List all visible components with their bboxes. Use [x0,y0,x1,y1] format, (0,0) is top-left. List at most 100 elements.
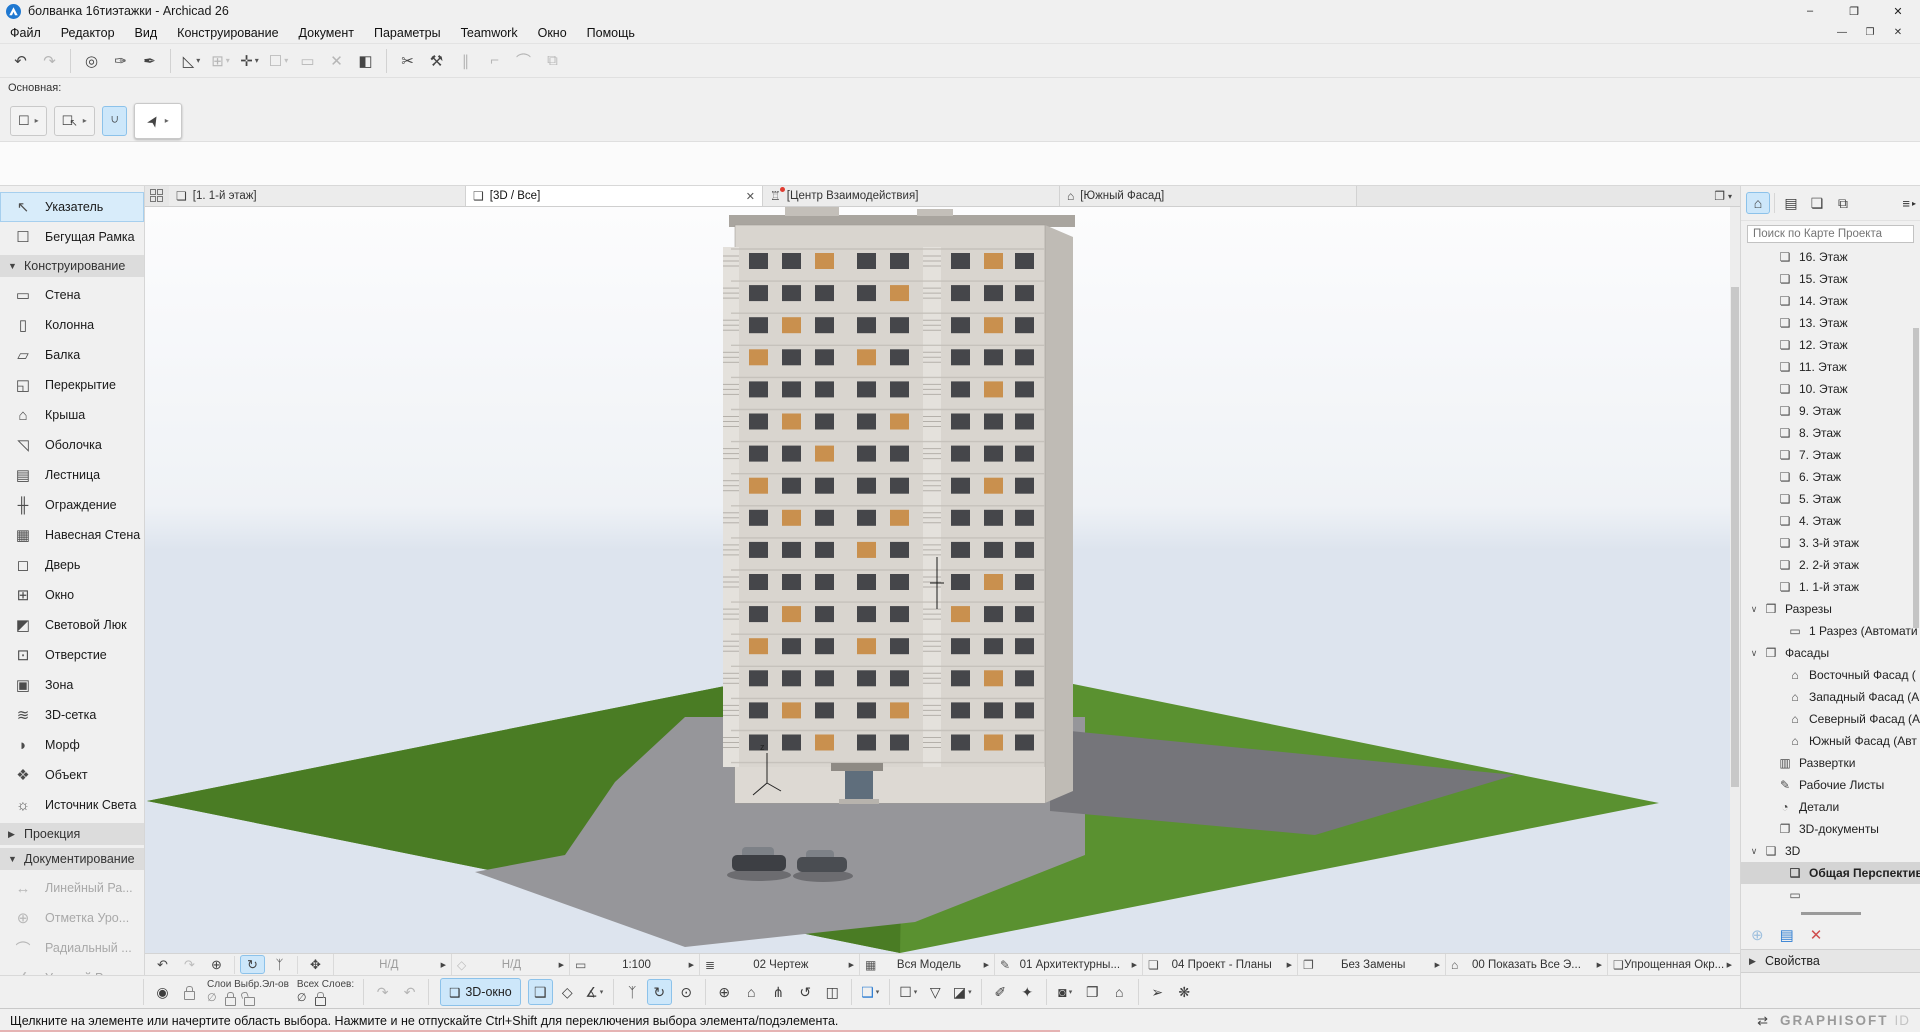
toolbox-item-mesh[interactable]: ≋3D-сетка [0,700,144,730]
tab-interaction-center[interactable]: ♖[Центр Взаимодействия] [763,186,1060,206]
toolbox-item-window[interactable]: ⊞Окно [0,580,144,610]
zoom-in-button[interactable]: ⊕ [204,955,229,974]
menu-view[interactable]: Вид [125,24,168,42]
perspective-button[interactable]: ❑ [528,979,553,1005]
doc-close-button[interactable]: ✕ [1884,27,1912,38]
orbit-button[interactable]: ↻ [240,955,265,974]
search-input[interactable] [1747,225,1914,243]
lock-all-layers-icon[interactable] [315,997,326,1006]
transfer-parameters-button[interactable]: ✒ [136,48,163,74]
magnet-toggle[interactable]: ∩ [102,106,127,136]
marquee-pointer-button[interactable]: ☐↖▸ [54,106,95,136]
layer-combination-field[interactable]: ❏04 Проект - Планы▶ [1142,954,1297,975]
inject-parameters-button[interactable]: ✑ [107,48,134,74]
fit-in-window-button[interactable]: ✥ [303,955,328,974]
graphic-override-field[interactable]: ❐Без Замены▶ [1297,954,1445,975]
toolbox-item-stair[interactable]: ▤Лестница [0,460,144,490]
toolbox-item-door[interactable]: ◻Дверь [0,550,144,580]
doc-restore-button[interactable]: ❐ [1856,27,1884,38]
projection-settings-button[interactable]: ∡▾ [582,979,607,1005]
fly-through-button[interactable]: ➢ [1145,979,1170,1005]
explore-button[interactable]: ⊙ [674,979,699,1005]
restore-button[interactable]: ❐ [1832,0,1876,22]
minimize-button[interactable]: – [1788,0,1832,22]
layout-book-button[interactable]: ❏ [1805,192,1829,214]
nav-item-story-14[interactable]: ❏14. Этаж [1741,290,1920,312]
tab-floor-plan[interactable]: ❏[1. 1-й этаж] [169,186,466,206]
nav-item-general-perspective[interactable]: ❑Общая Перспектива [1741,862,1920,884]
toolbox-item-pointer[interactable]: ↖Указатель [0,192,144,222]
nav-item-details[interactable]: ◔Детали [1741,796,1920,818]
home-view-button[interactable]: ⌂ [739,979,764,1005]
building-tower[interactable] [723,207,1075,804]
toolbox-item-column[interactable]: ▯Колонна [0,310,144,340]
menu-teamwork[interactable]: Teamwork [451,24,528,42]
adjust-button[interactable]: ⚒ [423,48,450,74]
render-settings-button[interactable]: ❐ [1080,979,1105,1005]
nav-item-story-13[interactable]: ❏13. Этаж [1741,312,1920,334]
toolbox-group-design[interactable]: ▼Конструирование [0,255,144,277]
orbit-mode-button[interactable]: ↻ [647,979,672,1005]
nav-item-worksheets[interactable]: ✎Рабочие Листы [1741,774,1920,796]
menu-design[interactable]: Конструирование [167,24,288,42]
toolbox-item-shell[interactable]: ◹Оболочка [0,430,144,460]
toolbox-item-curtain-wall[interactable]: ▦Навесная Стена [0,520,144,550]
cutting-planes-button[interactable]: ◪▾ [950,979,975,1005]
nav-item-documents-3d[interactable]: ❐3D-документы [1741,818,1920,840]
doc-minimize-button[interactable]: — [1828,27,1856,38]
tab-overview-icon[interactable] [150,189,163,202]
paint-surface-button[interactable]: ✐ [988,979,1013,1005]
filter-elements-button[interactable]: ▽ [923,979,948,1005]
viewport-3d[interactable]: z [145,207,1740,953]
surface-override-button[interactable]: ✦ [1015,979,1040,1005]
3d-window-button[interactable]: ❑ 3D-окно [440,978,521,1006]
viewpoint-settings-button[interactable]: ▤ [1780,926,1794,944]
nav-item-story-9[interactable]: ❏9. Этаж [1741,400,1920,422]
toolbox-item-skylight[interactable]: ◩Световой Люк [0,610,144,640]
renovation-field[interactable]: ⌂00 Показать Все Э...▶ [1445,954,1607,975]
snap-points-button[interactable]: ✛▾ [236,48,263,74]
nav-item-story-6[interactable]: ❏6. Этаж [1741,466,1920,488]
nav-item-elevations[interactable]: ∨❒Фасады [1741,642,1920,664]
menu-file[interactable]: Файл [0,24,51,42]
nav-item-3d[interactable]: ∨❑3D [1741,840,1920,862]
delete-viewpoint-button[interactable]: ✕ [1810,926,1823,944]
marquee-3d-button[interactable]: ☐▾ [896,979,921,1005]
nav-item-story-5[interactable]: ❏5. Этаж [1741,488,1920,510]
camera-tripod-button[interactable]: ⋔ [766,979,791,1005]
nav-item-story-16[interactable]: ❏16. Этаж [1741,246,1920,268]
edit-plane-button[interactable]: ◧ [352,48,379,74]
menu-document[interactable]: Документ [289,24,364,42]
arrow-tool-button[interactable]: ➤▸ [134,103,182,139]
tab-3d-all[interactable]: ❑[3D / Все]✕ [466,186,763,206]
menu-help[interactable]: Помощь [577,24,645,42]
add-viewpoint-button[interactable]: ⊕ [1751,926,1764,944]
nav-item-story-2[interactable]: ❏2. 2-й этаж [1741,554,1920,576]
toolbox-item-slab[interactable]: ◱Перекрытие [0,370,144,400]
nav-item-elevation-south[interactable]: ⌂Южный Фасад (Авт [1741,730,1920,752]
toolbox-item-light[interactable]: ☼Источник Света [0,790,144,820]
menu-options[interactable]: Параметры [364,24,451,42]
axonometry-button[interactable]: ◇ [555,979,580,1005]
toolbox-item-beam[interactable]: ▱Балка [0,340,144,370]
walk-mode-button[interactable]: ᛉ [620,979,645,1005]
toolbox-group-documentation[interactable]: ▼Документирование [0,848,144,870]
viewport-scrollbar[interactable] [1730,207,1740,953]
menu-window[interactable]: Окно [528,24,577,42]
render-scene-button[interactable]: ⌂ [1107,979,1132,1005]
layer-field[interactable]: ≣02 Чертеж▶ [699,954,859,975]
scrollbar-thumb[interactable] [1731,287,1739,787]
nav-item-elevation-west[interactable]: ⌂Западный Фасад (А [1741,686,1920,708]
tab-list-button[interactable]: ❐▾ [1706,186,1740,206]
pens-field[interactable]: ✎01 Архитектурны...▶ [994,954,1142,975]
panel-resize-grip[interactable] [1801,912,1861,915]
tab-close-button[interactable]: ✕ [740,190,755,203]
undo-button[interactable]: ↶ [7,48,34,74]
toolbox-item-roof[interactable]: ⌂Крыша [0,400,144,430]
sync-icon[interactable]: ⇄ [1757,1013,1768,1029]
nav-item-interior-elevations[interactable]: ▥Развертки [1741,752,1920,774]
nav-item-story-11[interactable]: ❏11. Этаж [1741,356,1920,378]
nav-item-elevation-north[interactable]: ⌂Северный Фасад (А [1741,708,1920,730]
3d-styles-button[interactable]: ❑▾ [858,979,883,1005]
project-map-button[interactable]: ⌂ [1746,192,1770,214]
